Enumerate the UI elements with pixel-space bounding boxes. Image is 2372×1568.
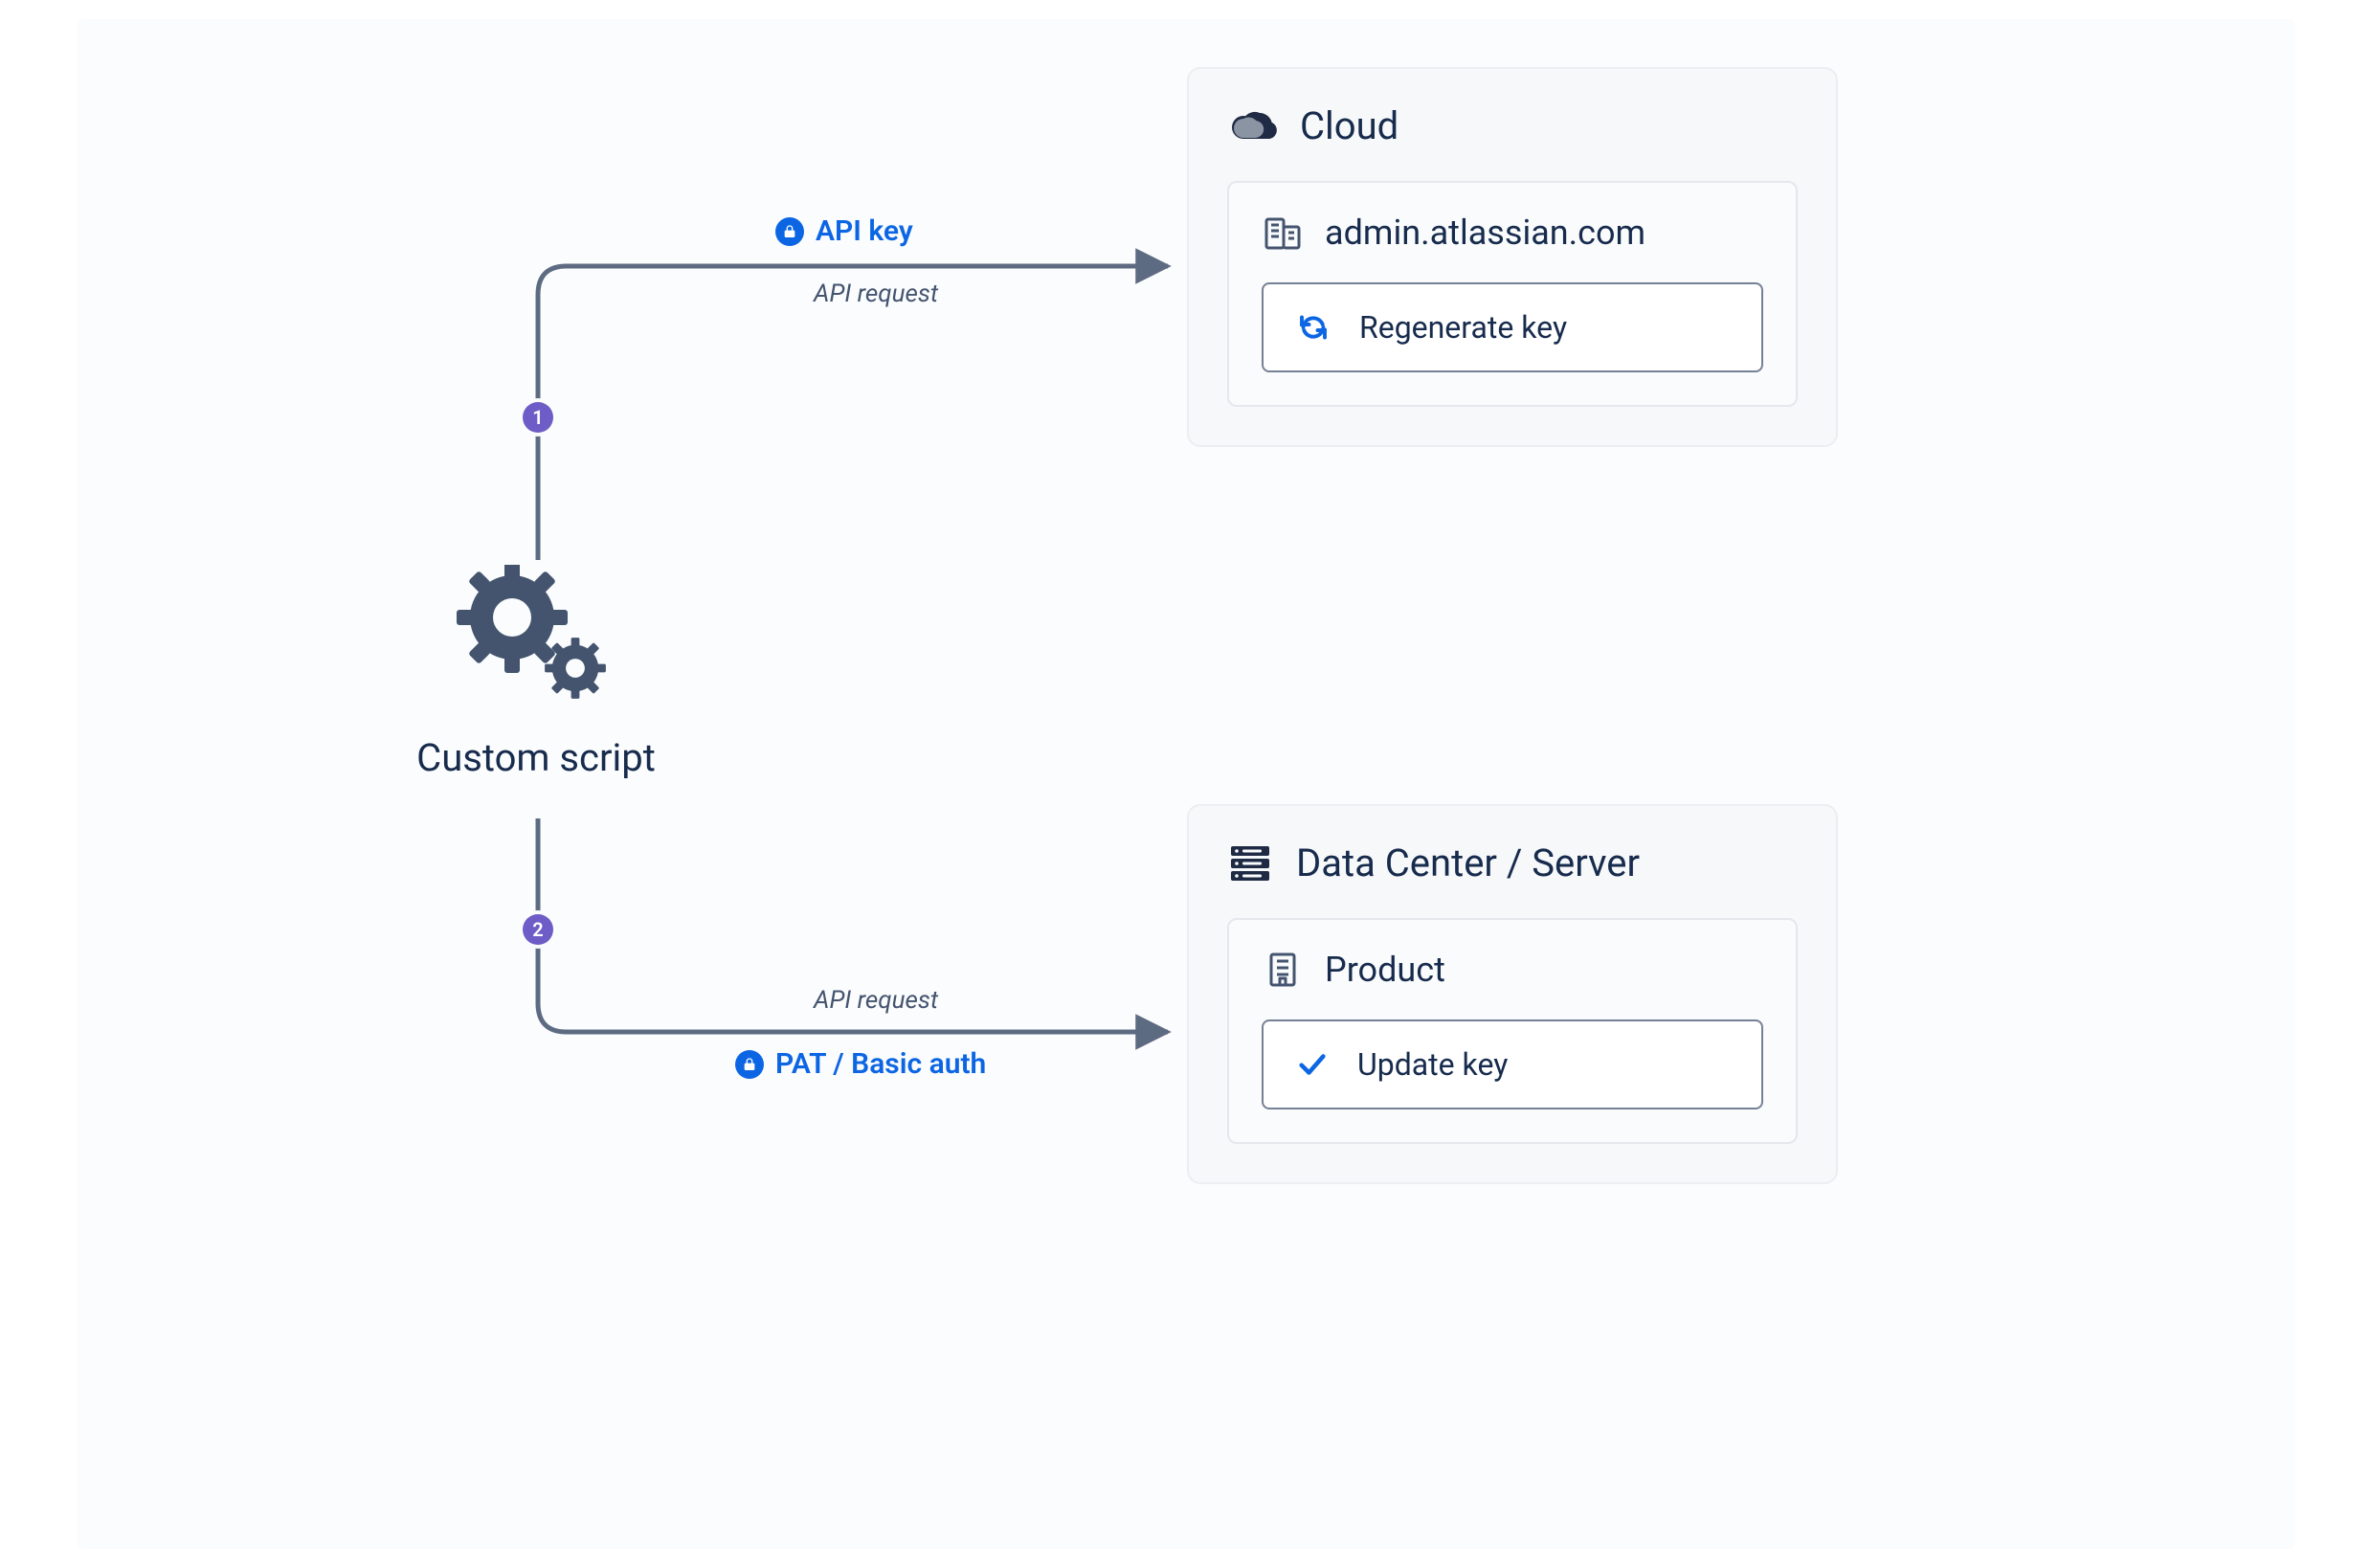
gear-cluster-icon <box>455 565 617 708</box>
dc-subpanel-header: Product <box>1262 949 1763 991</box>
check-icon <box>1296 1048 1329 1081</box>
cloud-panel: Cloud <box>1187 67 1838 447</box>
dc-subpanel-title: Product <box>1325 950 1445 990</box>
custom-script-node: Custom script <box>383 565 689 780</box>
edge-bottom-auth-label: PAT / Basic auth <box>735 1047 986 1081</box>
edge-top-auth-label: API key <box>775 214 913 248</box>
buildings-icon <box>1262 212 1304 254</box>
edge-bottom-sublabel: API request <box>814 986 938 1015</box>
connector-lines <box>77 19 2295 1549</box>
diagram-canvas: 1 2 API key API request API request PAT … <box>77 19 2295 1549</box>
edge-top-sublabel: API request <box>814 280 938 308</box>
update-key-label: Update key <box>1357 1046 1508 1083</box>
edge-top-auth-text: API key <box>816 214 913 248</box>
building-icon <box>1262 949 1304 991</box>
cloud-subpanel-header: admin.atlassian.com <box>1262 212 1763 254</box>
dc-panel: Data Center / Server Product <box>1187 804 1838 1184</box>
update-key-row: Update key <box>1262 1019 1763 1109</box>
lock-icon <box>775 217 804 246</box>
dc-panel-header: Data Center / Server <box>1227 840 1798 885</box>
cloud-panel-header: Cloud <box>1227 103 1798 148</box>
refresh-icon <box>1296 310 1331 345</box>
custom-script-label: Custom script <box>383 735 689 780</box>
step-badge-2: 2 <box>523 914 553 945</box>
cloud-subpanel-title: admin.atlassian.com <box>1325 213 1645 253</box>
cloud-subpanel: admin.atlassian.com Regenerate key <box>1227 181 1798 407</box>
cloud-icon <box>1227 107 1277 146</box>
edge-bottom-auth-text: PAT / Basic auth <box>775 1047 986 1081</box>
cloud-title: Cloud <box>1300 103 1399 148</box>
regenerate-key-row: Regenerate key <box>1262 282 1763 372</box>
server-stack-icon <box>1227 842 1273 885</box>
regenerate-key-label: Regenerate key <box>1359 309 1567 346</box>
dc-subpanel: Product Update key <box>1227 918 1798 1144</box>
step-badge-1: 1 <box>523 402 553 433</box>
lock-icon <box>735 1050 764 1079</box>
dc-title: Data Center / Server <box>1296 840 1640 885</box>
